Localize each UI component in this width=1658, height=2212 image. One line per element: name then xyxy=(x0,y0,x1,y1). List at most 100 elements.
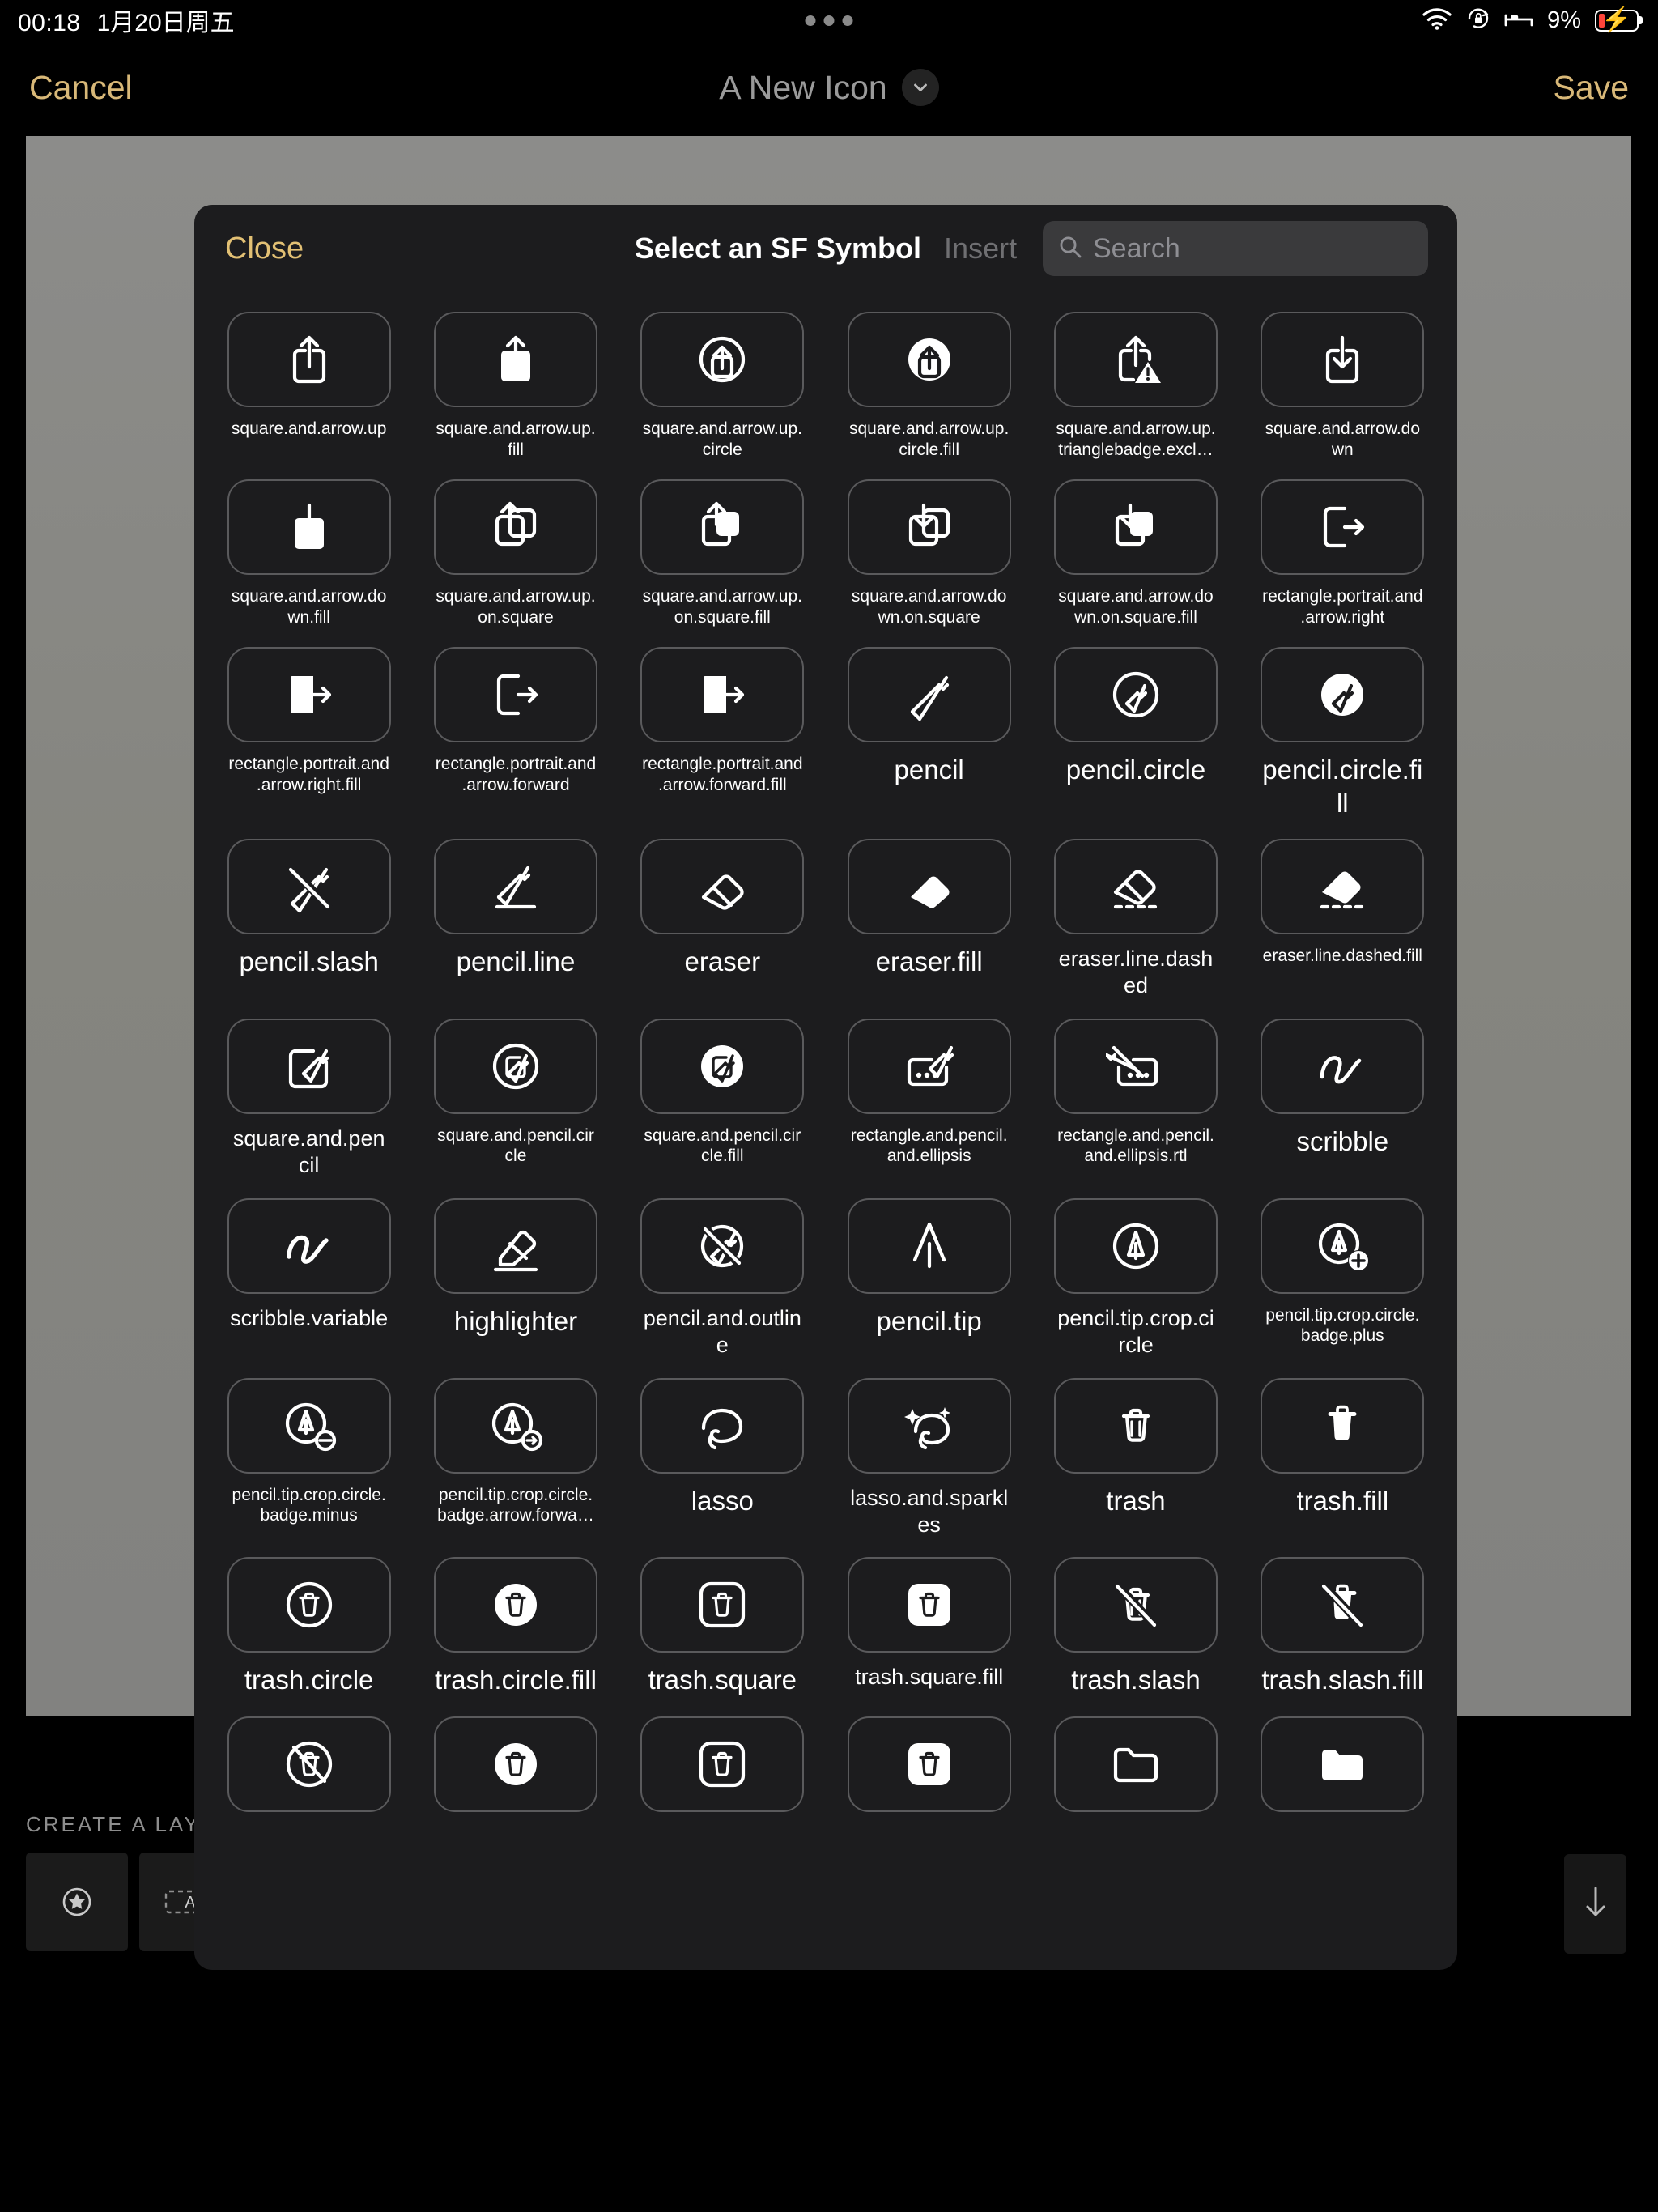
symbol-tile[interactable] xyxy=(640,1197,805,1294)
symbol-cell[interactable]: rectangle.and.pencil.and.ellipsis.rtl xyxy=(1032,999,1239,1179)
symbol-tile[interactable] xyxy=(433,1018,597,1114)
symbol-cell[interactable]: scribble.variable xyxy=(206,1179,412,1359)
symbol-cell[interactable] xyxy=(826,1697,1032,1823)
document-title-group[interactable]: A New Icon xyxy=(719,69,939,107)
symbol-cell[interactable]: square.and.pencil xyxy=(206,999,412,1179)
symbol-cell[interactable]: pencil.tip xyxy=(826,1179,1032,1359)
symbol-tile[interactable] xyxy=(1053,1377,1218,1474)
symbol-tile[interactable] xyxy=(847,647,1011,743)
symbol-tile[interactable] xyxy=(640,1557,805,1653)
symbol-cell[interactable]: square.and.arrow.down.on.square.fill xyxy=(1032,460,1239,627)
multitasking-dots-icon[interactable] xyxy=(805,15,853,26)
symbol-cell[interactable]: trash xyxy=(1032,1359,1239,1538)
symbol-tile[interactable] xyxy=(433,1557,597,1653)
symbol-cell[interactable]: trash.square.fill xyxy=(826,1538,1032,1696)
symbol-tile[interactable] xyxy=(847,1197,1011,1294)
symbol-tile[interactable] xyxy=(227,647,391,743)
symbol-tile[interactable] xyxy=(640,838,805,934)
symbol-tile[interactable] xyxy=(1261,1557,1425,1653)
symbol-tile[interactable] xyxy=(640,1716,805,1812)
symbol-tile[interactable] xyxy=(433,838,597,934)
symbol-cell[interactable] xyxy=(206,1697,412,1823)
symbol-cell[interactable]: rectangle.and.pencil.and.ellipsis xyxy=(826,999,1032,1179)
symbol-cell[interactable]: highlighter xyxy=(412,1179,619,1359)
symbol-tile[interactable] xyxy=(433,647,597,743)
insert-button[interactable]: Insert xyxy=(944,232,1017,266)
symbol-tile[interactable] xyxy=(227,1716,391,1812)
symbol-cell[interactable]: square.and.arrow.down.fill xyxy=(206,460,412,627)
symbol-cell[interactable]: rectangle.portrait.and.arrow.forward.fil… xyxy=(619,627,826,819)
symbol-tile[interactable] xyxy=(433,1377,597,1474)
symbol-cell[interactable]: pencil xyxy=(826,627,1032,819)
chevron-down-icon[interactable] xyxy=(901,69,939,106)
symbol-cell[interactable]: lasso.and.sparkles xyxy=(826,1359,1032,1538)
symbol-tile[interactable] xyxy=(847,1018,1011,1114)
symbol-cell[interactable] xyxy=(1239,1697,1446,1823)
symbol-tile[interactable] xyxy=(1053,647,1218,743)
symbol-cell[interactable]: trash.slash.fill xyxy=(1239,1538,1446,1696)
symbol-tile[interactable] xyxy=(433,479,597,576)
symbol-cell[interactable]: square.and.arrow.up.fill xyxy=(412,292,619,460)
symbol-tile[interactable] xyxy=(227,1197,391,1294)
symbol-tile[interactable] xyxy=(1053,1197,1218,1294)
symbol-tile[interactable] xyxy=(640,312,805,407)
symbol-cell[interactable]: rectangle.portrait.and.arrow.right.fill xyxy=(206,627,412,819)
save-button[interactable]: Save xyxy=(1554,69,1629,107)
symbol-cell[interactable]: square.and.arrow.up.circle.fill xyxy=(826,292,1032,460)
symbol-tile[interactable] xyxy=(1261,1018,1425,1114)
symbol-cell[interactable]: trash.circle xyxy=(206,1538,412,1696)
symbol-cell[interactable]: square.and.arrow.up.circle xyxy=(619,292,826,460)
symbol-cell[interactable]: pencil.tip.crop.circle.badge.arrow.forwa… xyxy=(412,1359,619,1538)
symbol-cell[interactable]: eraser.line.dashed xyxy=(1032,819,1239,999)
symbol-tile[interactable] xyxy=(227,479,391,576)
symbol-tile[interactable] xyxy=(847,838,1011,934)
symbol-tile[interactable] xyxy=(227,312,391,407)
symbol-cell[interactable]: square.and.arrow.down xyxy=(1239,292,1446,460)
symbol-tile[interactable] xyxy=(847,1716,1011,1812)
symbol-grid[interactable]: square.and.arrow.up square.and.arrow.up.f… xyxy=(194,292,1457,1970)
symbol-cell[interactable]: pencil.circle.fill xyxy=(1239,627,1446,819)
search-input[interactable] xyxy=(1093,232,1414,265)
symbol-cell[interactable]: pencil.slash xyxy=(206,819,412,999)
symbol-tile[interactable] xyxy=(433,1716,597,1812)
symbol-cell[interactable]: lasso xyxy=(619,1359,826,1538)
symbol-tile[interactable] xyxy=(227,1557,391,1653)
close-button[interactable]: Close xyxy=(225,232,304,266)
search-field[interactable] xyxy=(1043,221,1428,276)
symbol-cell[interactable]: trash.slash xyxy=(1032,1538,1239,1696)
symbol-cell[interactable]: pencil.tip.crop.circle.badge.plus xyxy=(1239,1179,1446,1359)
symbol-cell[interactable]: trash.square xyxy=(619,1538,826,1696)
symbol-cell[interactable]: pencil.line xyxy=(412,819,619,999)
symbol-tile[interactable] xyxy=(1261,1377,1425,1474)
symbol-cell[interactable]: square.and.arrow.up xyxy=(206,292,412,460)
symbol-tile[interactable] xyxy=(1053,479,1218,576)
symbol-tile[interactable] xyxy=(640,1377,805,1474)
symbol-tile[interactable] xyxy=(1053,1557,1218,1653)
symbol-tile[interactable] xyxy=(433,312,597,407)
symbol-tile[interactable] xyxy=(1261,312,1425,407)
symbol-tile[interactable] xyxy=(847,312,1011,407)
symbol-cell[interactable]: pencil.tip.crop.circle xyxy=(1032,1179,1239,1359)
symbol-cell[interactable]: pencil.and.outline xyxy=(619,1179,826,1359)
symbol-tile[interactable] xyxy=(1261,647,1425,743)
symbol-tile[interactable] xyxy=(847,1377,1011,1474)
symbol-tile[interactable] xyxy=(1053,1716,1218,1812)
symbol-tile[interactable] xyxy=(847,479,1011,576)
symbol-cell[interactable]: eraser.line.dashed.fill xyxy=(1239,819,1446,999)
symbol-cell[interactable]: square.and.arrow.up.on.square xyxy=(412,460,619,627)
symbol-tile[interactable] xyxy=(227,1018,391,1114)
symbol-tile[interactable] xyxy=(1053,1018,1218,1114)
symbol-tile[interactable] xyxy=(1053,312,1218,407)
layer-tile-symbol[interactable] xyxy=(26,1853,128,1951)
symbol-tile[interactable] xyxy=(1261,1197,1425,1294)
symbol-cell[interactable]: rectangle.portrait.and.arrow.right xyxy=(1239,460,1446,627)
symbol-cell[interactable]: eraser xyxy=(619,819,826,999)
symbol-tile[interactable] xyxy=(640,1018,805,1114)
symbol-tile[interactable] xyxy=(1053,838,1218,934)
cancel-button[interactable]: Cancel xyxy=(29,69,133,107)
symbol-cell[interactable] xyxy=(619,1697,826,1823)
symbol-tile[interactable] xyxy=(640,647,805,743)
symbol-tile[interactable] xyxy=(640,479,805,576)
scroll-down-button[interactable] xyxy=(1564,1854,1626,1954)
symbol-cell[interactable] xyxy=(412,1697,619,1823)
